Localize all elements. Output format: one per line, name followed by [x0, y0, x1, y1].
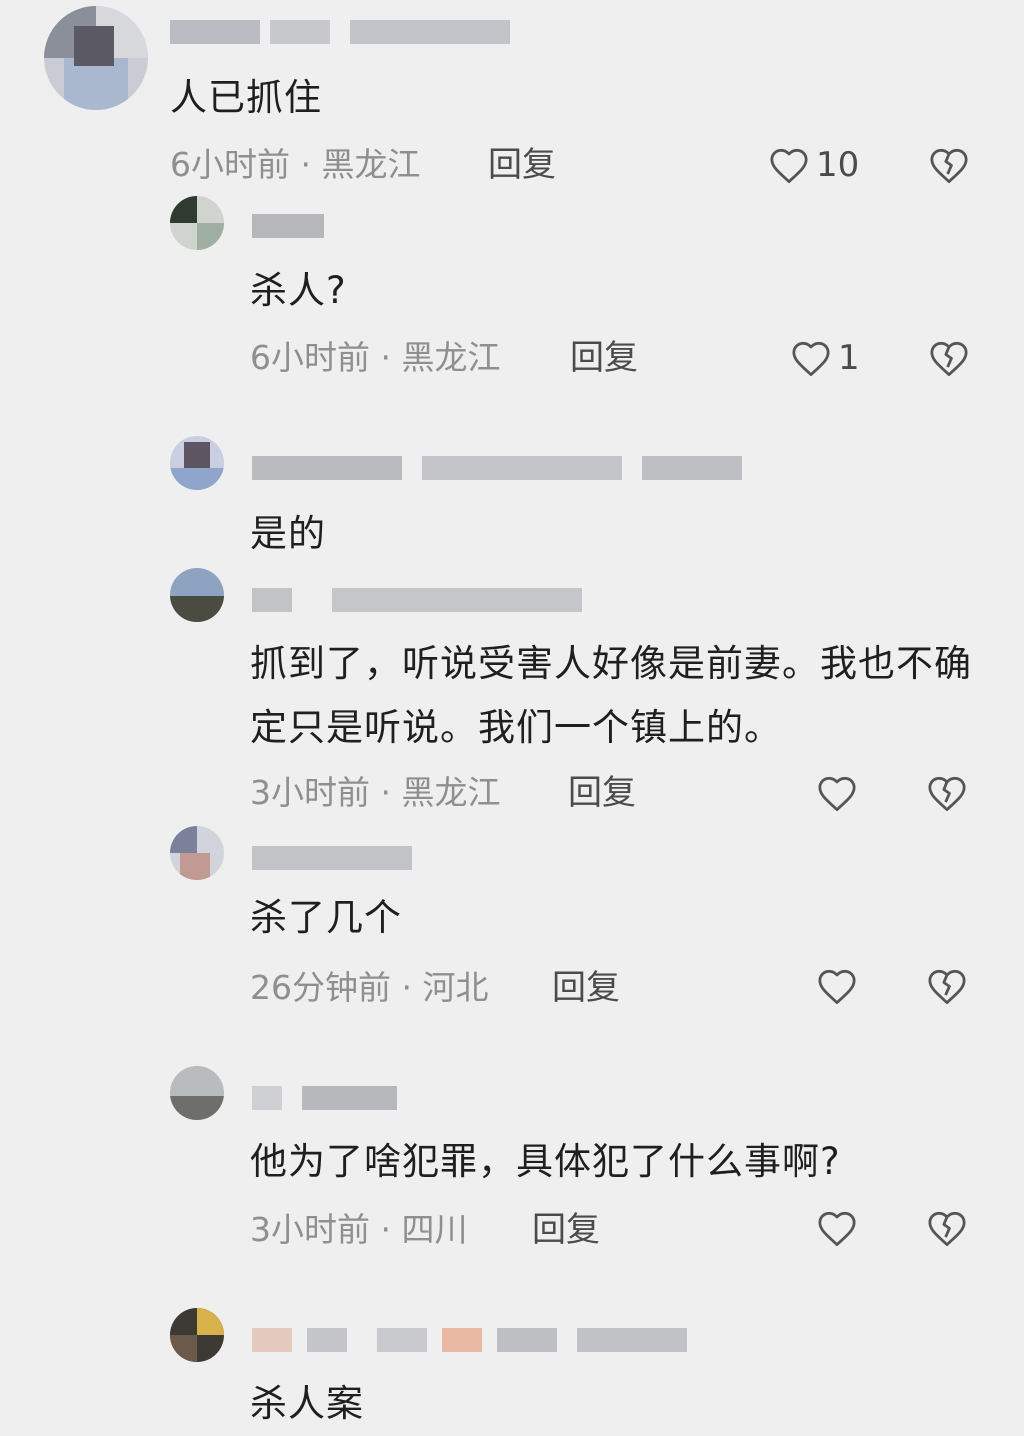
username-blurred[interactable]: [252, 582, 592, 616]
username-blurred[interactable]: [170, 14, 515, 48]
dislike-button[interactable]: [928, 145, 970, 185]
dislike-button[interactable]: [926, 773, 968, 813]
comment-location: 黑龙江: [401, 773, 501, 812]
comment-meta: 6小时前 · 黑龙江: [250, 338, 501, 377]
reply-button[interactable]: 回复: [552, 968, 620, 1008]
heart-outline-icon: [790, 338, 832, 378]
comment-text: 杀了几个: [250, 896, 402, 939]
reply-button[interactable]: 回复: [568, 773, 636, 813]
heart-outline-icon: [816, 773, 858, 813]
comment-text: 他为了啥犯罪，具体犯了什么事啊?: [250, 1140, 841, 1183]
comment-location: 河北: [422, 968, 489, 1007]
comment-text: 抓到了，听说受害人好像是前妻。我也不确定只是听说。我们一个镇上的。: [250, 642, 972, 749]
reply-button[interactable]: 回复: [532, 1210, 600, 1250]
avatar[interactable]: [170, 826, 224, 880]
avatar[interactable]: [170, 1066, 224, 1120]
like-button[interactable]: [816, 1208, 858, 1248]
like-count: 10: [816, 145, 860, 185]
avatar[interactable]: [44, 6, 148, 110]
comment-location: 四川: [401, 1210, 468, 1249]
comment-time: 6小时前: [250, 338, 370, 377]
heart-outline-icon: [768, 145, 810, 185]
heart-outline-icon: [816, 1208, 858, 1248]
broken-heart-icon: [926, 1208, 968, 1248]
username-blurred[interactable]: [252, 1080, 402, 1114]
username-blurred[interactable]: [252, 208, 332, 242]
avatar[interactable]: [170, 1308, 224, 1362]
broken-heart-icon: [926, 966, 968, 1006]
dislike-button[interactable]: [926, 1208, 968, 1248]
comment-text: 杀人?: [250, 269, 347, 312]
like-button[interactable]: 1: [790, 338, 860, 378]
comment-meta: 3小时前 · 四川: [250, 1210, 468, 1249]
avatar[interactable]: [170, 196, 224, 250]
like-button[interactable]: [816, 966, 858, 1006]
reply-button[interactable]: 回复: [570, 338, 638, 378]
username-blurred[interactable]: [252, 840, 422, 874]
comment-time: 6小时前: [170, 145, 290, 184]
dislike-button[interactable]: [928, 338, 970, 378]
comment-text: 人已抓住: [170, 76, 322, 119]
comment-location: 黑龙江: [401, 338, 501, 377]
comment-time: 3小时前: [250, 1210, 370, 1249]
username-blurred[interactable]: [252, 1322, 692, 1356]
like-button[interactable]: 10: [768, 145, 859, 185]
dislike-button[interactable]: [926, 966, 968, 1006]
comment-text: 杀人案: [250, 1382, 364, 1425]
broken-heart-icon: [926, 773, 968, 813]
broken-heart-icon: [928, 145, 970, 185]
comment-meta: 6小时前 · 黑龙江: [170, 145, 421, 184]
avatar[interactable]: [170, 436, 224, 490]
like-button[interactable]: [816, 773, 858, 813]
comment-time: 26分钟前: [250, 968, 391, 1007]
avatar[interactable]: [170, 568, 224, 622]
broken-heart-icon: [928, 338, 970, 378]
heart-outline-icon: [816, 966, 858, 1006]
comment-text: 是的: [250, 512, 326, 555]
comment-meta: 26分钟前 · 河北: [250, 968, 489, 1007]
reply-button[interactable]: 回复: [488, 145, 556, 185]
comment-time: 3小时前: [250, 773, 370, 812]
like-count: 1: [838, 338, 860, 378]
username-blurred[interactable]: [252, 450, 752, 484]
comment-meta: 3小时前 · 黑龙江: [250, 773, 501, 812]
comment-location: 黑龙江: [321, 145, 421, 184]
